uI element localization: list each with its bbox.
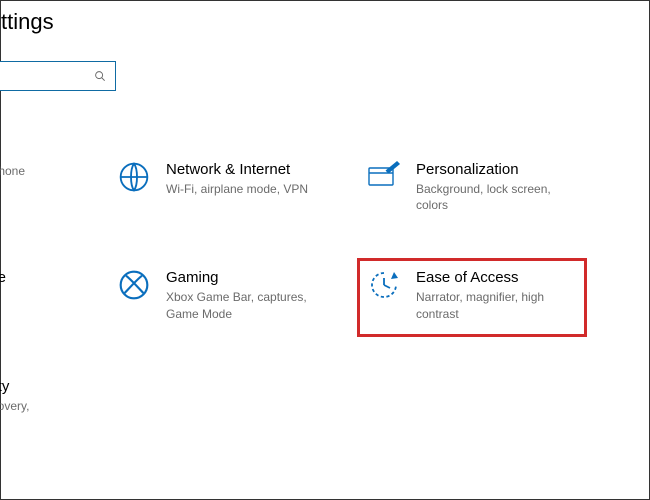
tile-time-language[interactable]: age ate (0, 269, 101, 321)
tile-desc: ate (0, 289, 6, 305)
ease-of-access-icon (366, 269, 402, 305)
tile-personalization[interactable]: Personalization Background, lock screen,… (366, 161, 616, 213)
tile-ease-of-access[interactable]: Ease of Access Narrator, magnifier, high… (357, 258, 587, 336)
tile-desc: Wi-Fi, airplane mode, VPN (166, 181, 308, 197)
tile-title: Network & Internet (166, 161, 308, 179)
settings-tiles: , iPhone Network & Internet Wi-Fi, airpl… (1, 161, 649, 414)
tile-desc: , iPhone (0, 163, 25, 179)
tile-title: Gaming (166, 269, 331, 287)
tile-update-security[interactable]: urity recovery, (0, 378, 101, 414)
search-box[interactable] (0, 61, 116, 91)
tile-title: Ease of Access (416, 269, 576, 287)
tile-network-internet[interactable]: Network & Internet Wi-Fi, airplane mode,… (116, 161, 366, 213)
tile-desc: recovery, (0, 398, 29, 414)
page-title: ttings (0, 9, 649, 35)
tile-title: Personalization (416, 161, 581, 179)
tile-title: urity (0, 378, 29, 396)
tile-desc: Xbox Game Bar, captures, Game Mode (166, 289, 331, 321)
tile-desc: Narrator, magnifier, high contrast (416, 289, 576, 321)
tile-desc: Background, lock screen, colors (416, 181, 581, 213)
tile-title: age (0, 269, 6, 287)
tile-gaming[interactable]: Gaming Xbox Game Bar, captures, Game Mod… (116, 269, 366, 321)
tile-phone[interactable]: , iPhone (0, 161, 101, 213)
search-input[interactable] (0, 69, 93, 84)
paintbrush-icon (366, 161, 402, 197)
search-icon (93, 69, 107, 83)
globe-icon (116, 161, 152, 197)
xbox-icon (116, 269, 152, 305)
